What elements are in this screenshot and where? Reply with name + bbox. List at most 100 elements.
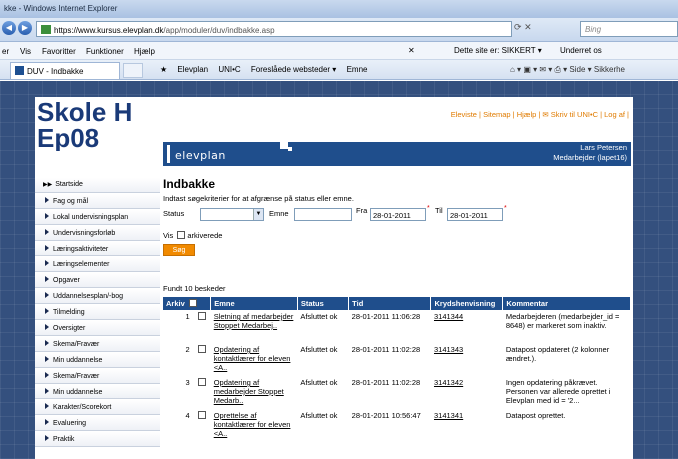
home-icon[interactable]: ⌂ ▾ (510, 65, 521, 74)
fav-suggested[interactable]: Foreslåede websteder ▾ (251, 65, 336, 74)
row-emne-link[interactable]: Opdatering af kontaktlærer for eleven <A… (214, 345, 291, 372)
nav-undervisningsforloeb[interactable]: Undervisningsforløb (35, 224, 160, 241)
search-button[interactable]: Søg (163, 244, 195, 256)
status-select[interactable]: ▼ (200, 208, 264, 221)
row-ref-link[interactable]: 3141341 (434, 411, 463, 420)
nav-skema-fravaer-2[interactable]: Skema/Fravær (35, 367, 160, 384)
menu-item-hjaelp[interactable]: Hjælp (134, 47, 155, 56)
row-checkbox[interactable] (197, 312, 206, 320)
table-header: Arkiv Emne Status Tid Krydshenvisning Ko… (163, 297, 631, 310)
star-icon[interactable]: ★ (160, 65, 167, 74)
arrow-right-icon (45, 212, 49, 219)
nav-evaluering[interactable]: Evaluering (35, 415, 160, 432)
select-all-checkbox[interactable] (188, 299, 197, 307)
col-krydshenvisning[interactable]: Krydshenvisning (430, 297, 504, 310)
fav-elevplan[interactable]: Elevplan (177, 65, 208, 74)
menu-item-favoritter[interactable]: Favoritter (42, 47, 76, 56)
fav-emne[interactable]: Emne (347, 65, 368, 74)
row-emne-link[interactable]: Opdatering af medarbejder Stoppet Medarb… (214, 378, 284, 405)
new-tab-button[interactable] (123, 63, 143, 78)
nav-praktik[interactable]: Praktik (35, 431, 160, 448)
nav-uddannelsesplan[interactable]: Uddannelsesplan/-bog (35, 288, 160, 305)
row-checkbox[interactable] (197, 345, 206, 353)
table-row: 1 Sletning af medarbejder Stoppet Medarb… (163, 310, 631, 343)
nav-karakter-scorekort[interactable]: Karakter/Scorekort (35, 399, 160, 416)
address-tools[interactable]: ⟳ ✕ (514, 22, 532, 33)
forward-icon[interactable]: ▶ (18, 21, 32, 35)
security-report[interactable]: Underret os (560, 46, 602, 55)
page-title: Indbakke (163, 177, 216, 191)
school-line2: Ep08 (37, 123, 100, 151)
close-icon[interactable]: ✕ (408, 46, 415, 55)
mail-icon[interactable]: ✉ ▾ (539, 65, 552, 74)
arrow-right-icon (45, 324, 49, 331)
fav-unic[interactable]: UNI•C (218, 65, 240, 74)
favorites-bar: ★ Elevplan UNI•C Foreslåede websteder ▾ … (160, 65, 375, 74)
refresh-icon[interactable]: ⟳ (514, 22, 522, 32)
col-arkiv[interactable]: Arkiv (163, 297, 212, 310)
logo-bar (167, 145, 170, 163)
row-kommentar: Medarbejderen (medarbejder_id = 8648) er… (505, 312, 620, 330)
row-kommentar: Datapost opdateret (2 kolonner ændret.). (505, 345, 610, 363)
til-date-input[interactable]: 28-01-2011 (447, 208, 503, 221)
col-tid[interactable]: Tid (348, 297, 432, 310)
menu-item-funktioner[interactable]: Funktioner (86, 47, 124, 56)
til-value: 28-01-2011 (450, 211, 488, 220)
col-label: Arkiv (166, 299, 185, 308)
emne-input[interactable] (294, 208, 352, 221)
archive-checkbox[interactable] (177, 231, 186, 239)
stop-icon[interactable]: ✕ (524, 22, 532, 32)
toolbar-text[interactable]: Side ▾ Sikkerhe (569, 65, 625, 74)
search-input[interactable]: Bing (580, 21, 678, 37)
ssl-lock-icon (41, 25, 51, 34)
row-number: 2 (185, 345, 190, 354)
tab-duv-indbakke[interactable]: DUV - Indbakke (10, 62, 120, 79)
nav-laeringselementer[interactable]: Læringselementer (35, 256, 160, 273)
fra-date-input[interactable]: 28-01-2011 (370, 208, 426, 221)
nav-label: Opgaver (53, 277, 80, 285)
col-status[interactable]: Status (297, 297, 350, 310)
nav-opgaver[interactable]: Opgaver (35, 272, 160, 289)
menu-item-vis[interactable]: Vis (20, 47, 31, 56)
nav-tilmelding[interactable]: Tilmelding (35, 304, 160, 321)
left-nav: ▶▶ Startside Fag og mål Lokal undervisnin… (35, 177, 160, 448)
command-bar[interactable]: ⌂ ▾ ▣ ▾ ✉ ▾ ⎙ ▾ Side ▾ Sikkerhe (510, 65, 625, 75)
row-ref-link[interactable]: 3141342 (434, 378, 463, 387)
nav-lokal-undervisningsplan[interactable]: Lokal undervisningsplan (35, 208, 160, 225)
row-checkbox[interactable] (197, 411, 206, 419)
arrow-right-icon (45, 355, 49, 362)
right-column (633, 97, 678, 459)
arrow-right-icon (45, 371, 49, 378)
menu-item[interactable]: er (2, 47, 9, 56)
feeds-icon[interactable]: ▣ ▾ (523, 65, 537, 74)
top-links[interactable]: Eleviste | Sitemap | Hjælp | ✉ Skriv til… (451, 110, 629, 119)
nav-label: Tilmelding (53, 309, 85, 317)
nav-startside[interactable]: ▶▶ Startside (35, 177, 160, 193)
nav-laeringsaktiviteter[interactable]: Læringsaktiviteter (35, 240, 160, 257)
nav-label: Undervisningsforløb (53, 229, 116, 237)
col-emne[interactable]: Emne (210, 297, 298, 310)
row-emne-link[interactable]: Oprettelse af kontaktlærer for eleven <A… (214, 411, 291, 438)
nav-label: Fag og mål (53, 197, 89, 205)
nav-fag-og-maal[interactable]: Fag og mål (35, 192, 160, 209)
nav-label: Min uddannelse (53, 356, 103, 364)
page-icon (15, 66, 24, 75)
double-arrow-icon: ▶▶ (43, 182, 53, 188)
address-input[interactable]: https://www.kursus.elevplan.dk/app/modul… (36, 21, 512, 37)
nav-oversigter[interactable]: Oversigter (35, 320, 160, 336)
row-emne-link[interactable]: Sletning af medarbejder Stoppet Medarbej… (214, 312, 294, 330)
nav-label: Skema/Fravær (53, 340, 100, 348)
nav-min-uddannelse[interactable]: Min uddannelse (35, 351, 160, 368)
row-number: 3 (185, 378, 190, 387)
security-status[interactable]: Dette site er: SIKKERT ▾ (454, 46, 542, 55)
row-ref-link[interactable]: 3141344 (434, 312, 463, 321)
nav-min-uddannelse-2[interactable]: Min uddannelse (35, 383, 160, 400)
col-kommentar[interactable]: Kommentar (502, 297, 631, 310)
row-ref-link[interactable]: 3141343 (434, 345, 463, 354)
print-icon[interactable]: ⎙ ▾ (555, 65, 568, 74)
row-tid: 28-01-2011 11:02:28 (351, 345, 421, 354)
nav-skema-fravaer[interactable]: Skema/Fravær (35, 335, 160, 352)
logo-square (280, 141, 288, 149)
back-icon[interactable]: ◀ (2, 21, 16, 35)
row-checkbox[interactable] (197, 378, 206, 386)
